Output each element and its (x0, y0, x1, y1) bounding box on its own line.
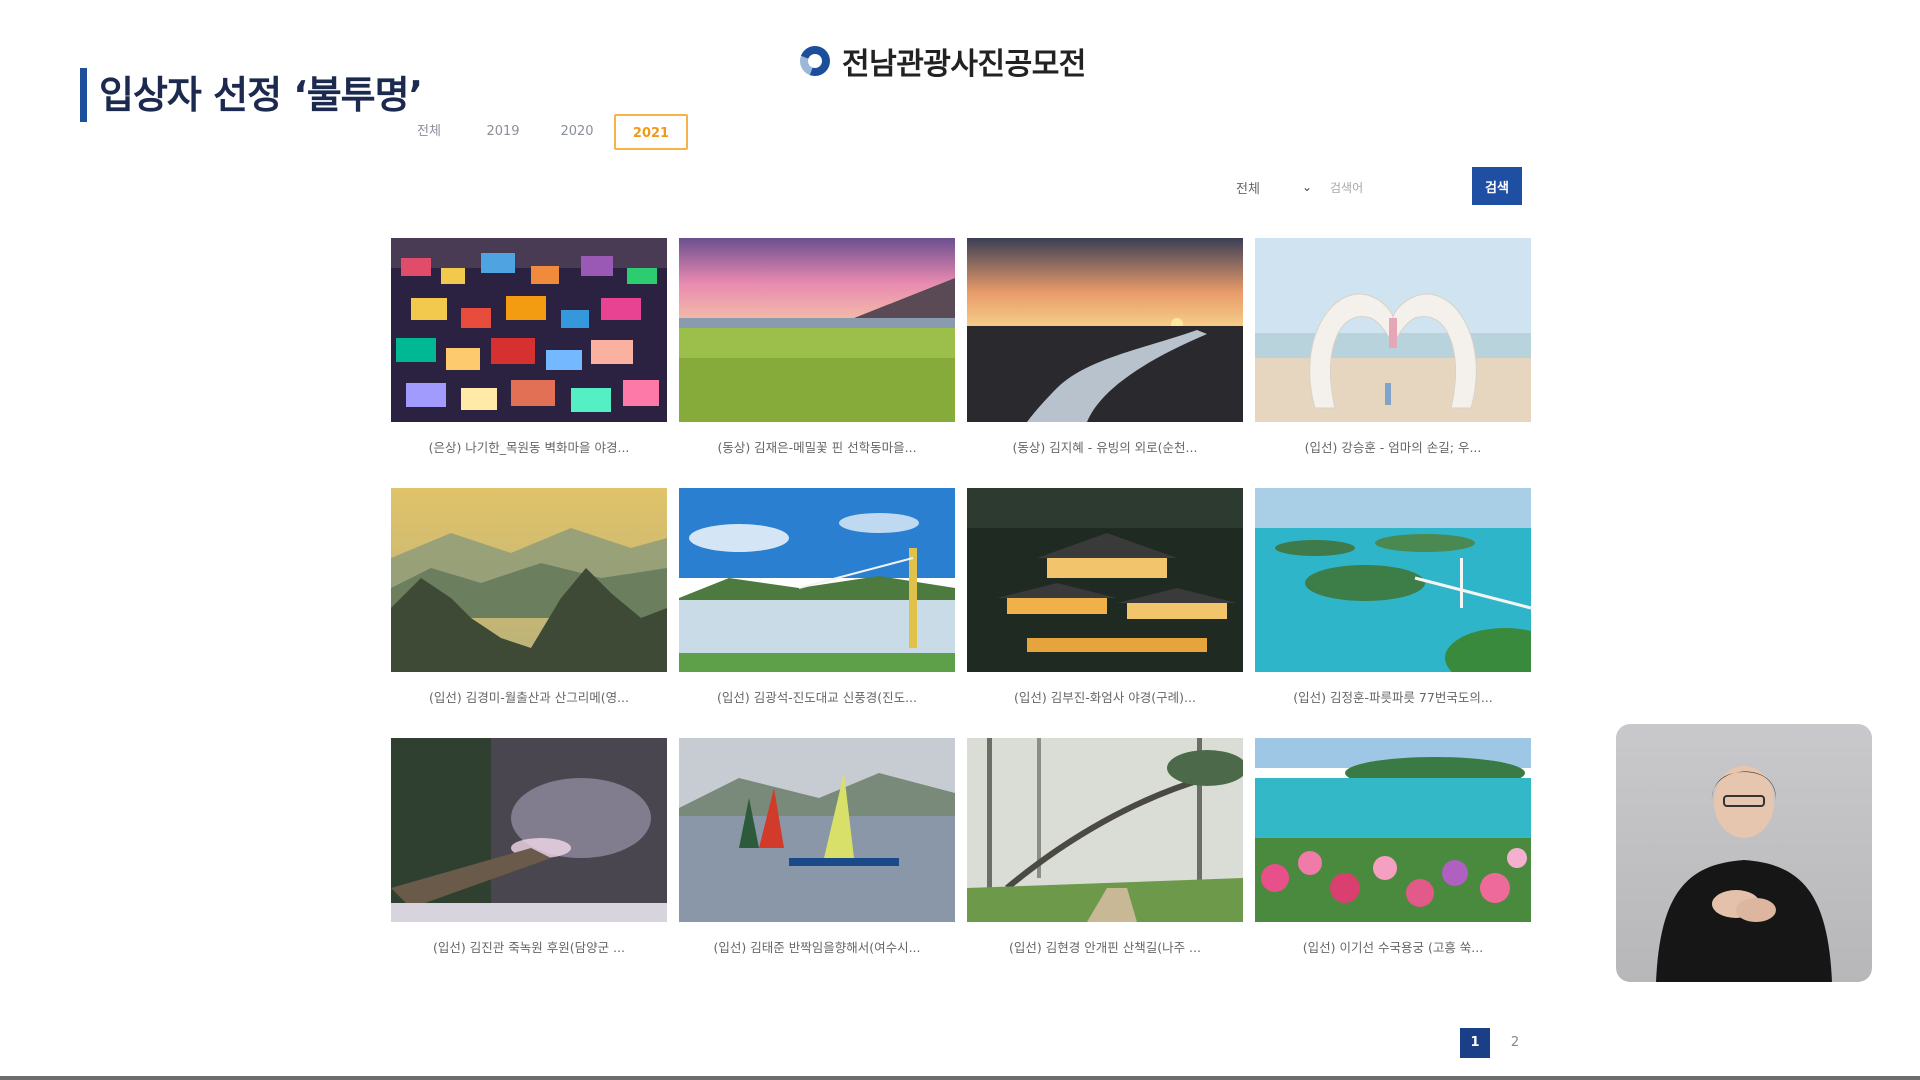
search-input[interactable] (1328, 170, 1464, 206)
site-title: 전남관광사진공모전 (842, 47, 1086, 82)
photo-caption[interactable]: (입선) 김진관 죽녹원 후원(담양군 ... (391, 922, 667, 974)
photo-thumbnail[interactable] (391, 488, 667, 672)
gallery-card[interactable]: (입선) 김정훈-파릇파릇 77번국도의... (1255, 488, 1531, 724)
broadcast-caption: 입상자 선정 ‘불투명’ (80, 68, 423, 122)
ring-logo-icon (800, 46, 830, 76)
photo-thumbnail[interactable] (1255, 238, 1531, 422)
chevron-down-icon: ⌄ (1301, 180, 1312, 194)
tab-2021[interactable]: 2021 (614, 114, 688, 150)
tab-all[interactable]: 전체 (392, 114, 466, 150)
photo-thumbnail[interactable] (967, 738, 1243, 922)
gallery-card[interactable]: (동상) 김재은-메밀꽃 핀 선학동마을... (679, 238, 955, 474)
photo-thumbnail[interactable] (679, 238, 955, 422)
photo-thumbnail[interactable] (967, 488, 1243, 672)
gallery-card[interactable]: (입선) 강승훈 - 엄마의 손길; 우... (1255, 238, 1531, 474)
photo-caption[interactable]: (입선) 이기선 수국용궁 (고흥 쑥... (1255, 922, 1531, 974)
page-2-button[interactable]: 2 (1500, 1028, 1530, 1058)
gallery-card[interactable]: (동상) 김지혜 - 유빙의 외로(순천... (967, 238, 1243, 474)
gallery-card[interactable]: (입선) 이기선 수국용궁 (고흥 쑥... (1255, 738, 1531, 974)
search-category-select[interactable]: 전체 ⌄ (1232, 170, 1316, 204)
photo-thumbnail[interactable] (679, 738, 955, 922)
photo-thumbnail[interactable] (679, 488, 955, 672)
photo-thumbnail[interactable] (391, 738, 667, 922)
photo-caption[interactable]: (입선) 김정훈-파릇파릇 77번국도의... (1255, 672, 1531, 724)
gallery-card[interactable]: (입선) 김태준 반짝임을향해서(여수시... (679, 738, 955, 974)
gallery-card[interactable]: (입선) 김부진-화엄사 야경(구례)... (967, 488, 1243, 724)
photo-gallery: (은상) 나기한_목원동 벽화마을 야경... (동상) 김재은-메밀꽃 핀 선… (391, 238, 1531, 974)
bottom-divider (0, 1076, 1920, 1080)
photo-thumbnail[interactable] (967, 238, 1243, 422)
sign-language-interpreter (1616, 724, 1872, 982)
tab-2019[interactable]: 2019 (466, 114, 540, 150)
search-button[interactable]: 검색 (1472, 167, 1522, 205)
photo-caption[interactable]: (입선) 김현경 안개핀 산책길(나주 ... (967, 922, 1243, 974)
photo-caption[interactable]: (입선) 김경미-월출산과 산그리메(영... (391, 672, 667, 724)
gallery-card[interactable]: (입선) 김현경 안개핀 산책길(나주 ... (967, 738, 1243, 974)
photo-caption[interactable]: (은상) 나기한_목원동 벽화마을 야경... (391, 422, 667, 474)
photo-caption[interactable]: (입선) 김부진-화엄사 야경(구례)... (967, 672, 1243, 724)
site-header: 전남관광사진공모전 (800, 38, 1086, 84)
photo-caption[interactable]: (입선) 김광석-진도대교 신풍경(진도... (679, 672, 955, 724)
gallery-card[interactable]: (은상) 나기한_목원동 벽화마을 야경... (391, 238, 667, 474)
gallery-card[interactable]: (입선) 김경미-월출산과 산그리메(영... (391, 488, 667, 724)
gallery-card[interactable]: (입선) 김광석-진도대교 신풍경(진도... (679, 488, 955, 724)
photo-thumbnail[interactable] (1255, 488, 1531, 672)
search-select-value: 전체 (1236, 181, 1260, 197)
photo-caption[interactable]: (입선) 강승훈 - 엄마의 손길; 우... (1255, 422, 1531, 474)
photo-caption[interactable]: (동상) 김지혜 - 유빙의 외로(순천... (967, 422, 1243, 474)
page-1-button[interactable]: 1 (1460, 1028, 1490, 1058)
photo-thumbnail[interactable] (1255, 738, 1531, 922)
photo-thumbnail[interactable] (391, 238, 667, 422)
gallery-card[interactable]: (입선) 김진관 죽녹원 후원(담양군 ... (391, 738, 667, 974)
year-tabs: 전체 2019 2020 2021 (392, 114, 688, 150)
tab-2020[interactable]: 2020 (540, 114, 614, 150)
photo-caption[interactable]: (동상) 김재은-메밀꽃 핀 선학동마을... (679, 422, 955, 474)
photo-caption[interactable]: (입선) 김태준 반짝임을향해서(여수시... (679, 922, 955, 974)
pagination: 1 2 (1460, 1028, 1530, 1058)
